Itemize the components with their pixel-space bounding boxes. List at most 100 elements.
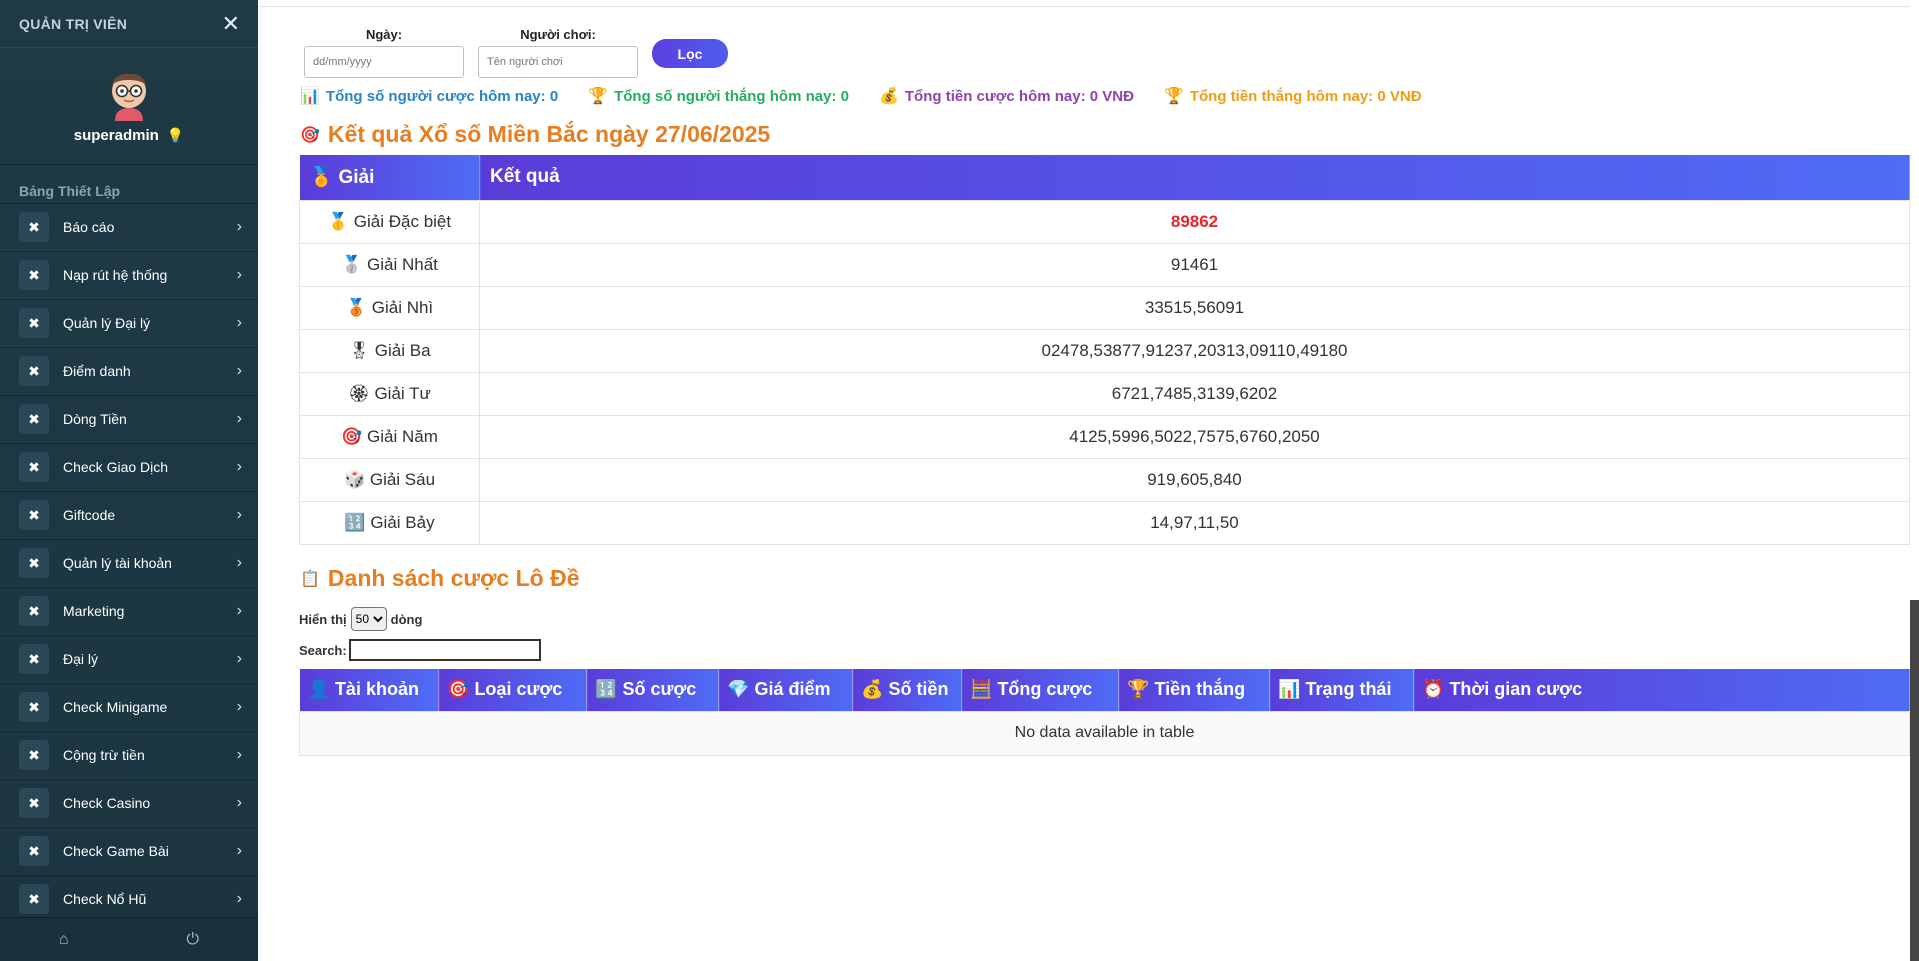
sidebar-item[interactable]: ✖ Check Nổ Hũ › [0, 875, 258, 923]
sidebar-item[interactable]: ✖ Quản lý tài khoản › [0, 539, 258, 587]
column-icon: 💎 [727, 679, 750, 700]
home-icon[interactable]: ⌂ [59, 931, 69, 949]
result-cell: 02478,53877,91237,20313,09110,49180 [479, 328, 1910, 373]
sidebar-item-label: Dòng Tiền [63, 411, 127, 427]
result-cell: 919,605,840 [479, 457, 1910, 502]
column-icon: 🔢 [595, 679, 618, 700]
column-header[interactable]: ⏰ Thời gian cược [1413, 669, 1910, 711]
prize-cell: 🥇 Giải Đặc biệt [299, 199, 480, 244]
search-label: Search: [299, 642, 347, 658]
column-icon: ⏰ [1422, 679, 1445, 700]
scrollbar[interactable] [1910, 600, 1919, 961]
chevron-right-icon: › [236, 458, 242, 475]
sidebar-item[interactable]: ✖ Check Minigame › [0, 683, 258, 731]
date-input[interactable] [304, 46, 464, 78]
tools-icon: ✖ [19, 260, 49, 290]
result-cell: 6721,7485,3139,6202 [479, 371, 1910, 416]
column-header[interactable]: 🔢 Số cược [586, 669, 719, 711]
chevron-right-icon: › [236, 842, 242, 859]
prize-icon: 🔢 [344, 512, 366, 532]
stat-winners: Tổng số người thắng hôm nay: 0 [614, 87, 849, 105]
column-header[interactable]: 💎 Giá điểm [718, 669, 853, 711]
search-input[interactable] [348, 639, 541, 661]
bets-table: 👤 Tài khoản 🎯 Loại cược 🔢 Số cược 💎 Giá điể… [299, 669, 1910, 756]
tools-icon: ✖ [19, 308, 49, 338]
chevron-right-icon: › [236, 506, 242, 523]
column-header[interactable]: 🏆 Tiền thắng [1118, 669, 1270, 711]
sidebar-item[interactable]: ✖ Nạp rút hệ thống › [0, 251, 258, 299]
prize-icon: 🎖 [348, 340, 371, 360]
avatar [103, 69, 155, 121]
column-header[interactable]: 💰 Số tiền [852, 669, 962, 711]
medal-icon: 🏅 [309, 167, 334, 189]
sidebar-item[interactable]: ✖ Check Giao Dịch › [0, 443, 258, 491]
sidebar-item[interactable]: ✖ Đại lý › [0, 635, 258, 683]
column-icon: 🎯 [447, 679, 470, 700]
prize-icon: 🥈 [341, 254, 363, 274]
result-row: 🎖 Giải Ba 02478,53877,91237,20313,09110,4… [299, 328, 1910, 373]
sidebar-item[interactable]: ✖ Quản lý Đại lý › [0, 299, 258, 347]
chart-icon: 📊 [300, 88, 320, 105]
prize-icon: 🎯 [341, 426, 363, 446]
filter-button[interactable]: Lọc [652, 39, 728, 68]
stat-bettors: Tổng số người cược hôm nay: 0 [325, 87, 559, 105]
sidebar-item-label: Điểm danh [63, 363, 131, 379]
sidebar-item[interactable]: ✖ Marketing › [0, 587, 258, 635]
sidebar-footer: ⌂ ⏻ [0, 917, 258, 961]
page-length-select[interactable]: 50 [350, 607, 387, 631]
result-row: 🥉 Giải Nhì 33515,56091 [299, 285, 1910, 330]
tools-icon: ✖ [19, 404, 49, 434]
results-table: 🏅 Giải Kết quả 🥇 Giải Đặc biệt 89862 🥈 Giả… [299, 155, 1910, 545]
sidebar-item-label: Đại lý [63, 651, 99, 667]
sidebar-item[interactable]: ✖ Điểm danh › [0, 347, 258, 395]
money-bag-icon: 💰 [878, 88, 899, 105]
sidebar-item[interactable]: ✖ Dòng Tiền › [0, 395, 258, 443]
prize-cell: 🎯 Giải Năm [299, 414, 480, 459]
column-header[interactable]: 🎯 Loại cược [438, 669, 587, 711]
prize-icon: 🏵 [348, 383, 370, 403]
user-profile: superadmin 💡 [0, 48, 258, 165]
prize-icon: 🥉 [345, 297, 367, 317]
result-cell: 89862 [479, 199, 1910, 244]
power-icon[interactable]: ⏻ [186, 931, 199, 949]
sidebar-item-label: Check Game Bài [63, 843, 169, 859]
result-row: 🥈 Giải Nhất 91461 [299, 242, 1910, 287]
empty-message: No data available in table [299, 710, 1910, 756]
sidebar-item-label: Báo cáo [63, 219, 115, 235]
result-cell: 4125,5996,5022,7575,6760,2050 [479, 414, 1910, 459]
chevron-right-icon: › [236, 746, 242, 763]
chevron-right-icon: › [236, 794, 242, 811]
sidebar-item-label: Marketing [63, 603, 125, 619]
chevron-right-icon: › [236, 890, 242, 907]
chevron-right-icon: › [236, 698, 242, 715]
sidebar-item-label: Check Casino [63, 795, 151, 811]
search-control: Search: [299, 639, 541, 661]
sidebar-item[interactable]: ✖ Giftcode › [0, 491, 258, 539]
tools-icon: ✖ [19, 788, 49, 818]
sidebar-item[interactable]: ✖ Check Casino › [0, 779, 258, 827]
sidebar-item[interactable]: ✖ Báo cáo › [0, 203, 258, 251]
column-header[interactable]: 📊 Trạng thái [1269, 669, 1414, 711]
sidebar-item-label: Giftcode [63, 507, 116, 523]
lightbulb-icon: 💡 [166, 126, 185, 143]
prize-cell: 🎲 Giải Sáu [299, 457, 480, 502]
tools-icon: ✖ [19, 500, 49, 530]
chevron-right-icon: › [236, 362, 242, 379]
tools-icon: ✖ [19, 836, 49, 866]
prize-cell: 🏵 Giải Tư [299, 371, 480, 416]
tools-icon: ✖ [19, 356, 49, 386]
trophy-icon: 🏆 [588, 88, 609, 105]
sidebar-item[interactable]: ✖ Cộng trừ tiền › [0, 731, 258, 779]
sidebar-item[interactable]: ✖ Check Game Bài › [0, 827, 258, 875]
close-icon[interactable]: ✕ [222, 12, 240, 35]
column-header[interactable]: 🧮 Tổng cược [961, 669, 1119, 711]
result-row: 🎲 Giải Sáu 919,605,840 [299, 457, 1910, 502]
prize-cell: 🔢 Giải Bảy [299, 500, 480, 545]
stat-win-total: Tổng tiền thắng hôm nay: 0 VNĐ [1189, 87, 1422, 105]
chevron-right-icon: › [236, 218, 242, 235]
player-input[interactable] [478, 46, 638, 78]
username: superadmin [73, 126, 159, 144]
chevron-right-icon: › [236, 602, 242, 619]
column-header[interactable]: 👤 Tài khoản [299, 669, 439, 711]
sidebar-section-title: Bảng Thiết Lập [19, 183, 121, 199]
